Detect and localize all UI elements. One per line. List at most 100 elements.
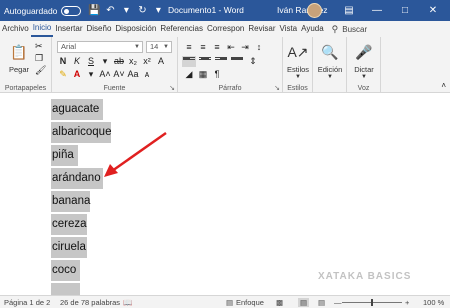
paste-label: Pegar [8,65,29,74]
undo-icon[interactable]: ↶ [102,5,118,16]
subscript-icon[interactable]: x₂ [126,55,140,67]
shrink-font-icon[interactable]: A˅ [112,68,126,80]
font-color-row: ✎ A ▾ A˄ A˅ Aa ᴀ [56,68,154,80]
document-canvas[interactable]: aguacate albaricoque piña arándano banan… [0,93,450,295]
underline-icon[interactable]: S [84,55,98,67]
change-case-icon[interactable]: Aa [126,68,140,80]
ribbon-display-icon[interactable]: ▤ [335,3,363,18]
decrease-indent-icon[interactable]: ⇤ [224,41,238,53]
focus-mode[interactable]: Enfoque [236,298,264,307]
chevron-down-icon: ▼ [163,44,169,50]
font-color-icon[interactable]: A [70,68,84,80]
dialog-launcher-icon[interactable]: ↘ [274,84,280,92]
tab-inicio[interactable]: Inicio [30,21,54,37]
web-layout-icon[interactable]: ▤ [318,298,325,307]
grow-font-icon[interactable]: A˄ [98,68,112,80]
font-family-value: Arial [61,42,77,51]
autosave-label: Autoguardado [4,5,58,16]
clipboard-icon: 📋 [10,43,28,60]
bold-icon[interactable]: N [56,55,70,67]
font-format-row: N K S ▾ ab x₂ x² A [56,55,168,67]
font-color-dropdown-icon[interactable]: ▾ [84,68,98,80]
save-icon[interactable]: 💾 [86,5,102,16]
format-painter-icon[interactable]: 🖌 [35,65,46,76]
italic-icon[interactable]: K [70,55,84,67]
voice-group: 🎤 Dictar ▼ Voz [347,37,381,93]
text-effects-icon[interactable]: A [154,55,168,67]
line-spacing-icon[interactable]: ⇕ [246,55,260,67]
zoom-level[interactable]: 100 % [423,298,444,307]
ribbon: 📋 Pegar ✂ ❐ 🖌 Portapapeles Arial ▼ 14 ▼ … [0,37,450,93]
editing-button[interactable]: 🔍 Edición ▼ [313,41,347,81]
find-icon: 🔍 [321,43,339,60]
avatar[interactable] [307,3,322,18]
multilevel-list-icon[interactable]: ≡ [210,41,224,53]
read-mode-icon[interactable]: ▩ [276,298,283,307]
font-size-value: 14 [150,42,159,51]
chevron-down-icon: ▼ [327,74,333,80]
borders-icon[interactable]: ▦ [196,68,210,80]
cut-icon[interactable]: ✂ [35,41,43,52]
increase-indent-icon[interactable]: ⇥ [238,41,252,53]
styles-group: A↗ Estilos ▼ Estilos [283,37,313,93]
align-right-icon[interactable] [214,56,228,67]
align-row: ⇕ [182,55,260,67]
minimize-icon[interactable]: — [363,3,391,18]
microphone-icon: 🎤 [355,43,373,60]
focus-icon[interactable]: ▤ [226,298,233,307]
dialog-launcher-icon[interactable]: ↘ [169,84,175,92]
styles-label: Estilos [286,65,310,74]
shading-icon[interactable]: ◢ [182,68,196,80]
document-title: Documento1 - Word [168,5,244,15]
zoom-slider-thumb[interactable] [371,299,373,306]
font-size-select[interactable]: 14 ▼ [146,41,172,53]
tab-insertar[interactable]: Insertar [53,22,84,36]
justify-icon[interactable] [230,56,244,67]
search-label: Buscar [342,24,368,34]
redo-icon[interactable]: ↻ [134,5,150,16]
clear-format-icon[interactable]: ᴀ [140,68,154,80]
styles-icon: A↗ [287,43,309,60]
close-icon[interactable]: ✕ [419,3,447,18]
word-count[interactable]: 26 de 78 palabras [60,298,120,307]
tab-disposicion[interactable]: Disposición [113,22,158,36]
undo-dropdown-icon[interactable]: ▾ [118,5,134,16]
tab-archivo[interactable]: Archivo [0,22,31,36]
proofing-icon[interactable]: 📖 [123,298,132,307]
print-layout-icon[interactable]: ▤ [298,298,310,307]
zoom-out-icon[interactable]: — [334,298,342,307]
tab-vista[interactable]: Vista [277,22,299,36]
search-box[interactable]: ⚲ Buscar [332,24,368,35]
font-family-select[interactable]: Arial ▼ [57,41,143,53]
strikethrough-icon[interactable]: ab [112,55,126,67]
restore-icon[interactable]: □ [391,3,419,18]
bullets-icon[interactable]: ≡ [182,41,196,53]
dictate-button[interactable]: 🎤 Dictar ▼ [347,41,381,81]
font-group: Arial ▼ 14 ▼ N K S ▾ ab x₂ x² A ✎ A ▾ A˄… [52,37,178,93]
chevron-down-icon: ▼ [295,74,301,80]
tab-diseno[interactable]: Diseño [85,22,114,36]
tab-referencias[interactable]: Referencias [158,22,205,36]
collapse-ribbon-icon[interactable]: ˄ [441,81,446,90]
zoom-in-icon[interactable]: + [405,298,409,307]
paste-button[interactable]: 📋 Pegar [6,41,32,75]
autosave-toggle[interactable] [61,5,82,16]
page-count[interactable]: Página 1 de 2 [4,298,50,307]
tab-revisar[interactable]: Revisar [246,22,277,36]
tab-correspondencia[interactable]: Correspon [205,22,246,36]
sort-icon[interactable]: ↕ [252,41,266,53]
watermark: XATAKA BASICS [318,271,412,282]
highlight-icon[interactable]: ✎ [56,68,70,80]
more-underline-icon[interactable]: ▾ [98,55,112,67]
show-marks-icon[interactable]: ¶ [210,68,224,80]
superscript-icon[interactable]: x² [140,55,154,67]
numbering-icon[interactable]: ≡ [196,41,210,53]
styles-button[interactable]: A↗ Estilos ▼ [283,41,313,81]
copy-icon[interactable]: ❐ [35,53,43,64]
customize-qat-icon[interactable]: ▾ [150,5,166,16]
align-center-icon[interactable] [198,56,212,67]
editing-label: Edición [317,65,343,74]
font-group-label: Fuente [103,85,126,92]
tab-ayuda[interactable]: Ayuda [299,22,326,36]
align-left-icon[interactable] [182,55,196,67]
